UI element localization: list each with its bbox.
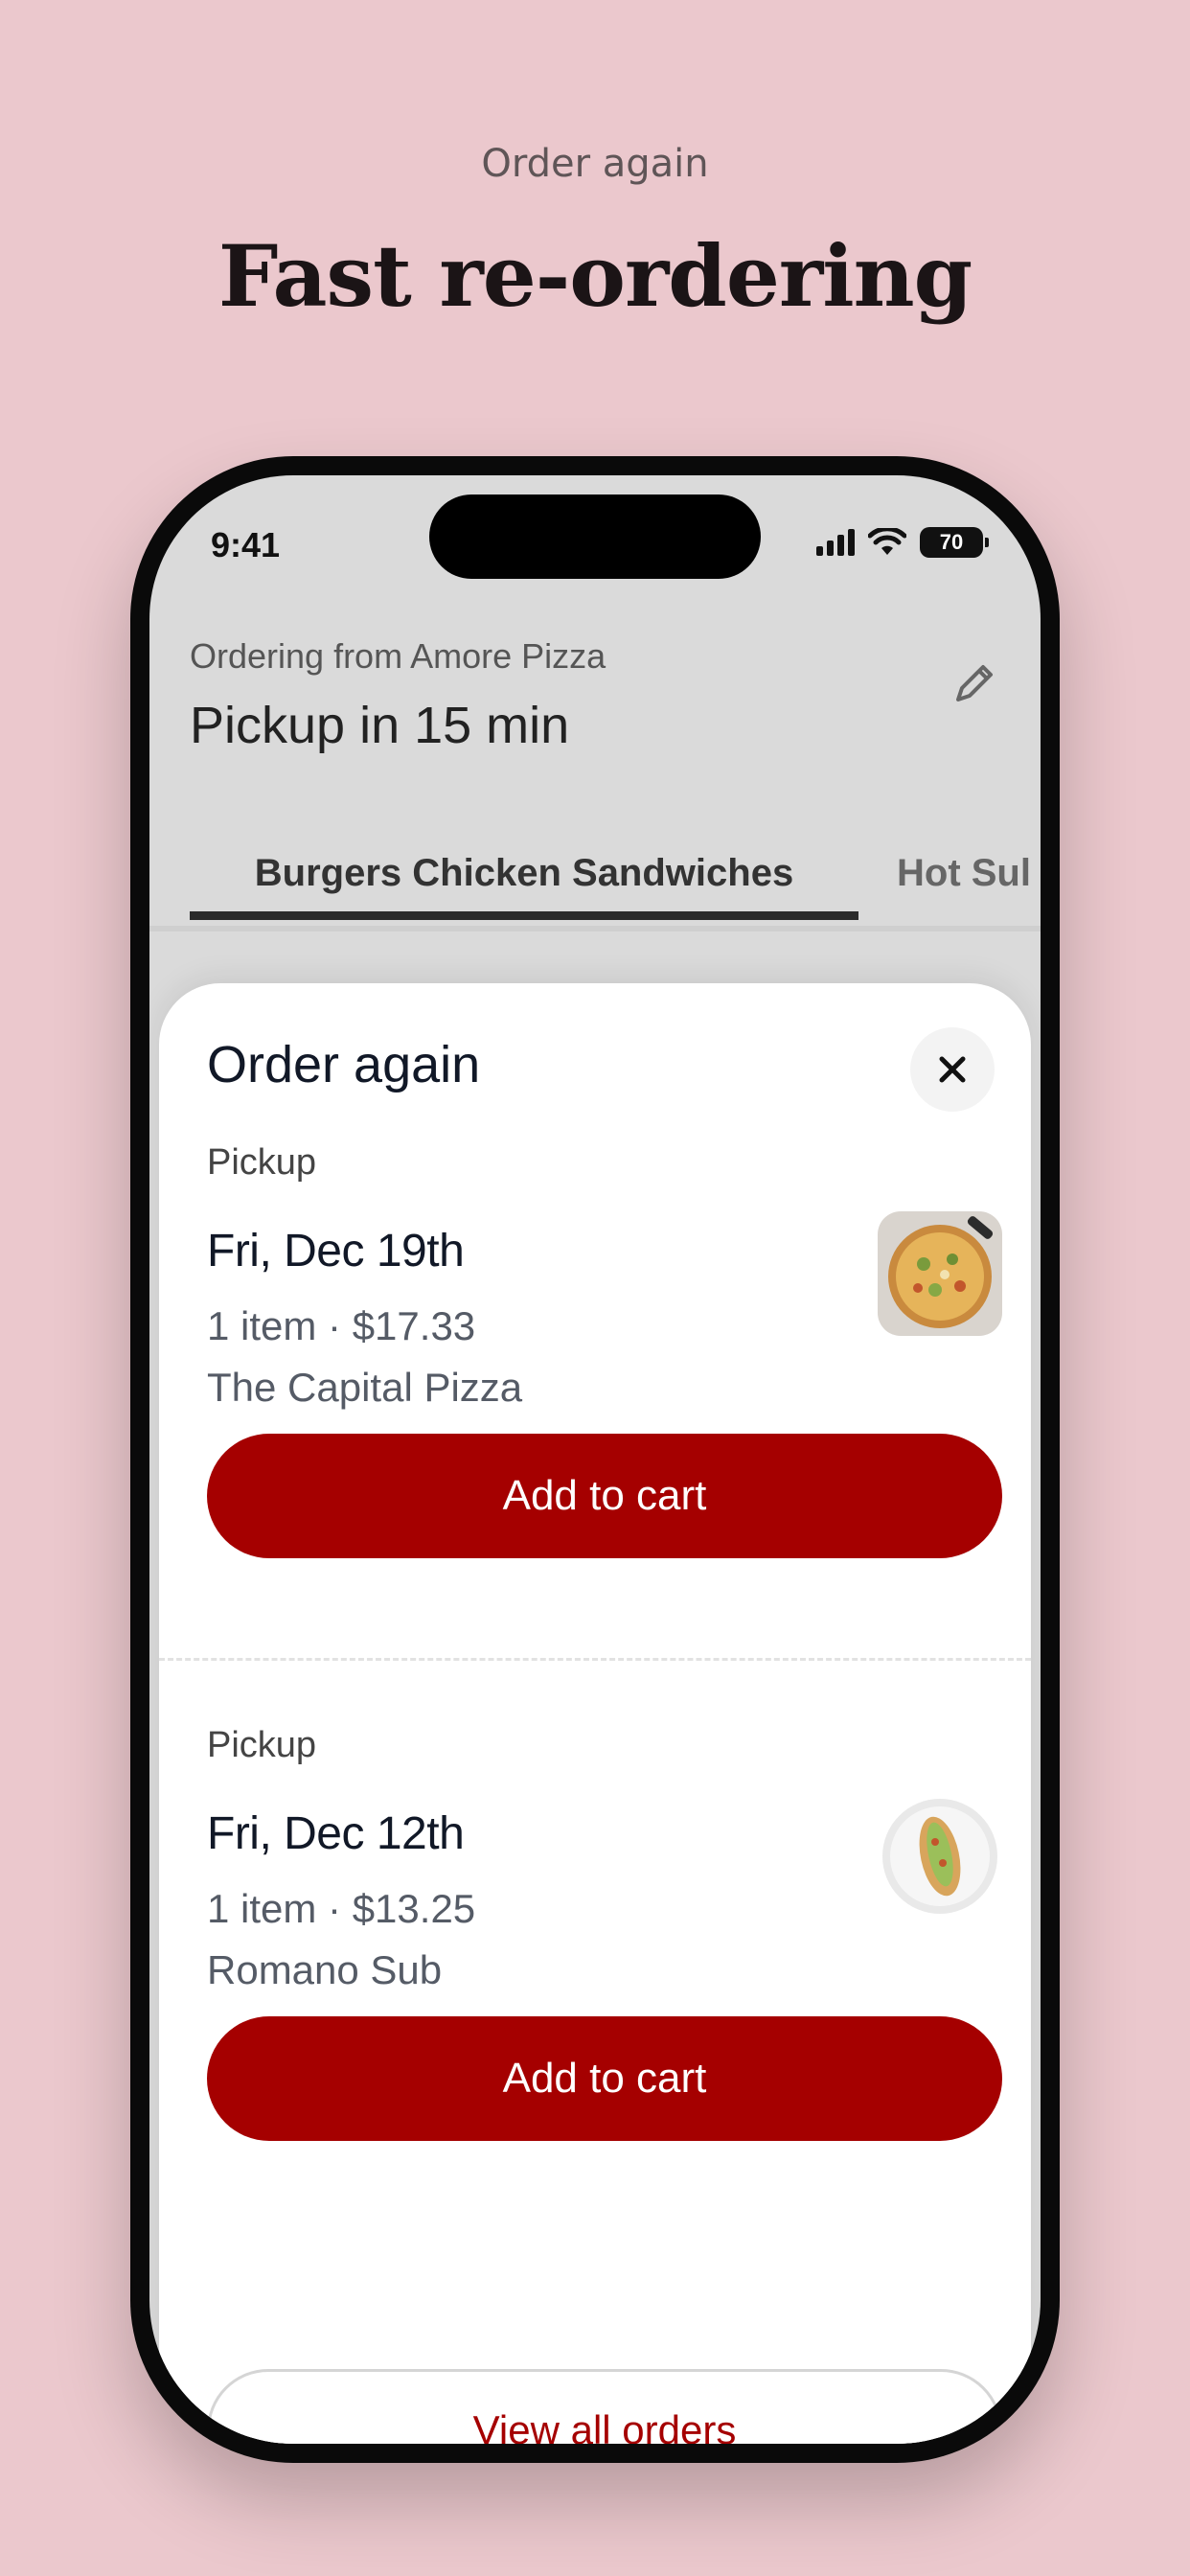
phone-frame: 9:41 70 Ordering from Amore Pizza Pickup… <box>130 456 1060 2463</box>
order-store: Romano Sub <box>207 1947 443 1992</box>
sheet-title: Order again <box>207 1036 481 1093</box>
close-icon <box>939 1056 966 1083</box>
tab-burgers-chicken-sandwiches[interactable]: Burgers Chicken Sandwiches <box>190 820 858 926</box>
ordering-from-label: Ordering from Amore Pizza <box>190 636 606 676</box>
battery-icon: 70 <box>920 527 989 558</box>
status-bar: 9:41 70 <box>149 475 1041 600</box>
category-tabs: Burgers Chicken Sandwiches Hot Sul <box>149 820 1041 926</box>
add-to-cart-button[interactable]: Add to cart <box>207 2016 1002 2141</box>
sub-sandwich-thumbnail <box>878 1794 1002 1919</box>
order-type: Pickup <box>207 1725 317 1765</box>
order-store: The Capital Pizza <box>207 1365 523 1410</box>
order-card: Pickup Fri, Dec 19th 1 item · $17.33 The… <box>207 1142 1002 1602</box>
view-all-orders-button[interactable]: View all orders <box>207 2369 1002 2444</box>
order-card: Pickup Fri, Dec 12th 1 item · $13.25 Rom… <box>207 1725 1002 2185</box>
status-icons: 70 <box>816 527 989 558</box>
wifi-icon <box>868 528 906 555</box>
order-meta: 1 item · $13.25 <box>207 1886 476 1931</box>
order-date: Fri, Dec 19th <box>207 1226 465 1276</box>
pickup-time: Pickup in 15 min <box>190 697 570 754</box>
add-to-cart-button[interactable]: Add to cart <box>207 1434 1002 1558</box>
order-meta: 1 item · $17.33 <box>207 1303 476 1348</box>
pencil-icon[interactable] <box>945 656 1002 713</box>
status-time: 9:41 <box>211 525 281 564</box>
tab-divider <box>149 926 1041 932</box>
promo-title: Fast re-ordering <box>217 226 973 326</box>
tab-hot-subs[interactable]: Hot Sul <box>897 820 1031 926</box>
order-divider <box>159 1658 1031 1661</box>
pizza-thumbnail <box>878 1211 1002 1336</box>
dynamic-island <box>429 494 761 579</box>
order-type: Pickup <box>207 1142 317 1183</box>
order-date: Fri, Dec 12th <box>207 1808 465 1859</box>
order-again-sheet: Order again Pickup Fri, Dec 19th 1 item … <box>159 983 1031 2444</box>
close-button[interactable] <box>910 1027 995 1112</box>
cellular-signal-icon <box>816 529 855 556</box>
promo-eyebrow: Order again <box>481 142 709 186</box>
phone-screen: 9:41 70 Ordering from Amore Pizza Pickup… <box>149 475 1041 2444</box>
